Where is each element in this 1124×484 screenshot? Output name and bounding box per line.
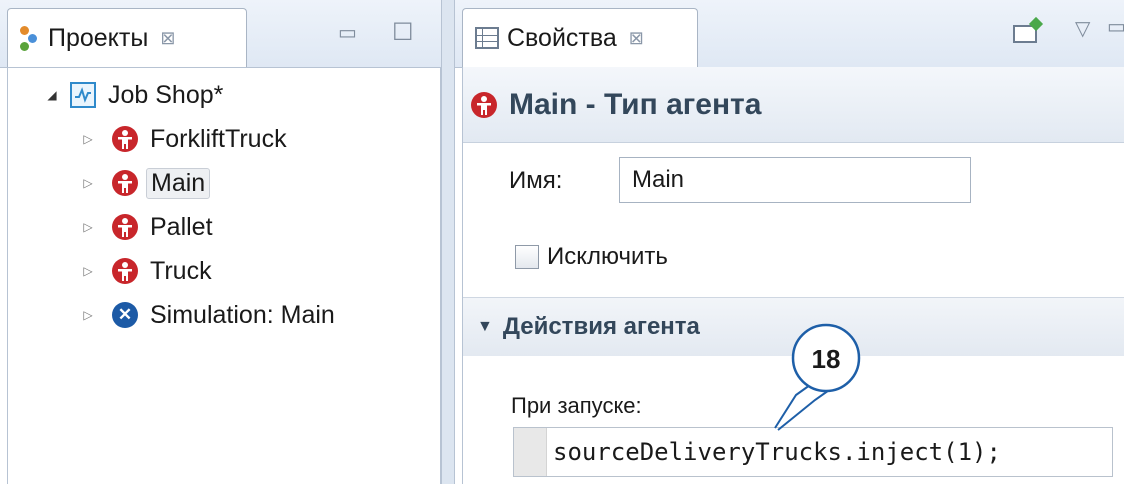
tab-properties-label: Свойства [507, 23, 617, 52]
tab-projects-label: Проекты [48, 23, 149, 52]
agent-person-icon [112, 214, 138, 240]
agent-person-icon [471, 91, 497, 118]
agent-actions-title: Действия агента [502, 313, 700, 340]
properties-title: Main - Тип агента [509, 87, 762, 121]
agent-person-icon [112, 126, 138, 152]
expand-arrow-icon[interactable]: ▷ [80, 264, 96, 278]
projects-tab-bar: Проекты ⊠ ▭ ☐ [0, 0, 441, 68]
projects-view: Проекты ⊠ ▭ ☐ ◢ Job Shop* ▷ ForkliftTruc… [0, 0, 441, 484]
minimize-icon[interactable]: ▭ [338, 20, 357, 45]
properties-table-icon [475, 27, 499, 49]
panel-splitter[interactable] [441, 0, 455, 484]
tree-label: ForkliftTruck [150, 124, 287, 153]
tree-item-forklifttruck[interactable]: ▷ ForkliftTruck [80, 119, 287, 159]
collapse-arrow-icon[interactable]: ◢ [44, 88, 60, 102]
close-icon[interactable]: ⊠ [629, 28, 644, 49]
properties-tab-bar: Свойства ⊠ ▽ ▭ [455, 0, 1124, 68]
exclude-label: Исключить [547, 243, 668, 270]
projects-tree-icon [18, 24, 40, 52]
projects-tree: ◢ Job Shop* ▷ ForkliftTruck ▷ Main ▷ Pal… [7, 67, 441, 484]
tree-label: Truck [150, 256, 212, 285]
tree-item-main[interactable]: ▷ Main [80, 163, 211, 203]
properties-title-bar: Main - Тип агента [463, 67, 1124, 143]
name-label: Имя: [509, 167, 563, 194]
view-menu-icon[interactable]: ▽ [1075, 16, 1090, 41]
tree-label: Simulation: Main [150, 300, 335, 329]
expand-arrow-icon[interactable]: ▷ [80, 132, 96, 146]
maximize-icon[interactable]: ☐ [392, 18, 414, 47]
simulation-x-icon: ✕ [112, 302, 138, 328]
agent-actions-section[interactable]: ▼ Действия агента [463, 297, 1124, 356]
tree-label: Main [146, 167, 211, 199]
code-gutter [514, 428, 547, 476]
properties-body: Main - Тип агента Имя: Исключить ▼ Дейст… [462, 67, 1124, 484]
tree-item-truck[interactable]: ▷ Truck [80, 251, 212, 291]
close-icon[interactable]: ⊠ [160, 28, 175, 49]
on-startup-code: sourceDeliveryTrucks.inject(1); [553, 438, 1001, 466]
exclude-checkbox[interactable] [515, 245, 539, 269]
tree-root-job-shop[interactable]: ◢ Job Shop* [44, 75, 223, 115]
tree-label: Pallet [150, 212, 213, 241]
tree-item-pallet[interactable]: ▷ Pallet [80, 207, 213, 247]
on-startup-label: При запуске: [511, 393, 642, 418]
expand-arrow-icon[interactable]: ▷ [80, 176, 96, 190]
tree-item-simulation-main[interactable]: ▷ ✕ Simulation: Main [80, 295, 335, 335]
expand-arrow-icon[interactable]: ▷ [80, 308, 96, 322]
minimize-icon[interactable]: ▭ [1107, 14, 1124, 39]
agent-person-icon [112, 258, 138, 284]
tab-projects[interactable]: Проекты ⊠ [7, 8, 247, 67]
pin-editor-icon[interactable] [1013, 16, 1044, 43]
properties-view: Свойства ⊠ ▽ ▭ Main - Тип агента Имя: Ис… [455, 0, 1124, 484]
on-startup-code-field[interactable]: sourceDeliveryTrucks.inject(1); [513, 427, 1113, 477]
agent-person-icon [112, 170, 138, 196]
expand-arrow-icon[interactable]: ▷ [80, 220, 96, 234]
tree-label: Job Shop* [108, 80, 224, 109]
name-field[interactable] [619, 157, 971, 203]
tab-properties[interactable]: Свойства ⊠ [462, 8, 698, 67]
model-chart-icon [70, 82, 96, 108]
section-collapse-icon[interactable]: ▼ [477, 318, 493, 336]
